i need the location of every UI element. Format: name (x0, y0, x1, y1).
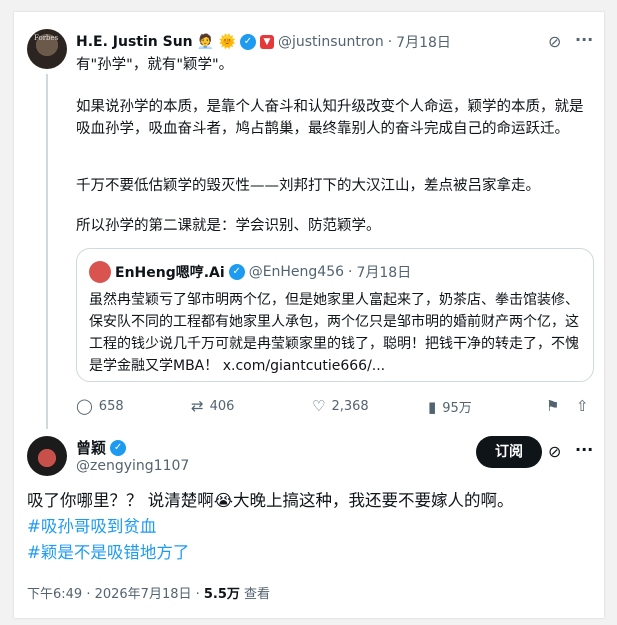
quote-handle[interactable]: @EnHeng456 (249, 264, 344, 280)
tweet1-para-4: 所以孙学的第二课就是：学会识别、防范颖学。 (76, 218, 381, 234)
avatar-text: Forbes (34, 34, 59, 42)
avatar-justin-sun[interactable]: Forbes (27, 29, 67, 69)
verified-icon: ✓ (110, 439, 127, 456)
tweet1-para-2: 如果说孙学的本质，是靠个人奋斗和认知升级改变个人命运，颖学的本质，就是吸血孙学，… (76, 99, 584, 137)
tron-badge-icon: ▼ (259, 35, 274, 49)
quote-avatar[interactable] (89, 261, 111, 283)
share-button[interactable]: ⇧ (576, 397, 589, 415)
author-name[interactable]: H.E. Justin Sun (76, 34, 193, 50)
quote-date[interactable]: 7月18日 (356, 262, 411, 282)
repost-icon: ⇄ (191, 397, 204, 415)
more-icon[interactable]: ··· (575, 30, 593, 49)
grok-icon[interactable]: ⊘ (548, 32, 561, 51)
reply-button[interactable]: ◯ 658 (76, 397, 124, 415)
author-name[interactable]: 曾颖 (76, 437, 106, 458)
hashtag-2[interactable]: #颖是不是吸错地方了 (27, 540, 587, 566)
bookmark-button[interactable]: ⚑ (546, 397, 559, 415)
repost-count: 406 (209, 398, 235, 414)
quote-header: EnHeng嗯哼.Ai ✓ @EnHeng456 · 7月18日 (115, 262, 412, 282)
views-icon: ▮ (428, 397, 437, 416)
like-count: 2,368 (331, 398, 369, 414)
views-label: 查看 (239, 587, 271, 602)
quote-tweet[interactable]: EnHeng嗯哼.Ai ✓ @EnHeng456 · 7月18日 虽然冉莹颖亏了… (76, 248, 594, 382)
name-emojis: 🧑‍💼 🌞 (196, 34, 236, 50)
subscribe-button[interactable]: 订阅 (476, 436, 542, 468)
more-icon[interactable]: ··· (575, 440, 593, 459)
author-handle[interactable]: @zengying1107 (76, 458, 189, 474)
verified-icon: ✓ (239, 34, 256, 50)
tweet2-header: 曾颖 ✓ (76, 437, 127, 458)
tweet1-para-3: 千万不要低估颖学的毁灭性——刘邦打下的大汉江山，差点被吕家拿走。 (76, 178, 540, 194)
avatar-zengying[interactable] (27, 436, 67, 476)
views-count: 95万 (442, 401, 472, 416)
reply-count: 658 (98, 398, 124, 414)
share-icon: ⇧ (576, 397, 589, 415)
like-button[interactable]: ♡ 2,368 (312, 397, 369, 415)
bookmark-icon: ⚑ (546, 397, 560, 415)
views-count: 5.5万 (203, 587, 240, 602)
grok-icon[interactable]: ⊘ (548, 442, 561, 461)
tweet-date[interactable]: 7月18日 (396, 32, 451, 52)
quote-text: 虽然冉莹颖亏了邹市明两个亿，但是她家里人富起来了，奶茶店、拳击馆装修、保安队不同… (89, 292, 579, 374)
tweet-timestamp[interactable]: 下午6:49 · 2026年7月18日 · (27, 587, 204, 602)
repost-button[interactable]: ⇄ 406 (191, 397, 234, 415)
tweet1-para-1: 有"孙学"，就有"颖学"。 (76, 57, 234, 73)
tweet2-text: 吸了你哪里？？ 说清楚啊😭大晚上搞这种，我还要不要嫁人的啊。 (27, 491, 514, 510)
views-button[interactable]: ▮ 95万 (428, 397, 472, 417)
quote-author-name[interactable]: EnHeng嗯哼.Ai (115, 262, 225, 282)
tweet1-header: H.E. Justin Sun 🧑‍💼 🌞 ✓ ▼ @justinsuntron… (76, 32, 451, 52)
hashtag-1[interactable]: #吸孙哥吸到贫血 (27, 514, 587, 540)
tweet2-body: 吸了你哪里？？ 说清楚啊😭大晚上搞这种，我还要不要嫁人的啊。 #吸孙哥吸到贫血 … (27, 488, 587, 566)
reply-icon: ◯ (76, 397, 93, 415)
thread-line (46, 74, 48, 429)
tweet-card: Forbes H.E. Justin Sun 🧑‍💼 🌞 ✓ ▼ @justin… (14, 12, 604, 618)
like-icon: ♡ (312, 397, 326, 415)
author-handle[interactable]: @justinsuntron (278, 34, 384, 50)
tweet1-actions: ◯ 658 ⇄ 406 ♡ 2,368 ▮ 95万 ⚑ ⇧ (76, 397, 596, 417)
tweet2-meta: 下午6:49 · 2026年7月18日 · 5.5万 查看 (27, 583, 270, 602)
verified-icon: ✓ (228, 264, 245, 280)
